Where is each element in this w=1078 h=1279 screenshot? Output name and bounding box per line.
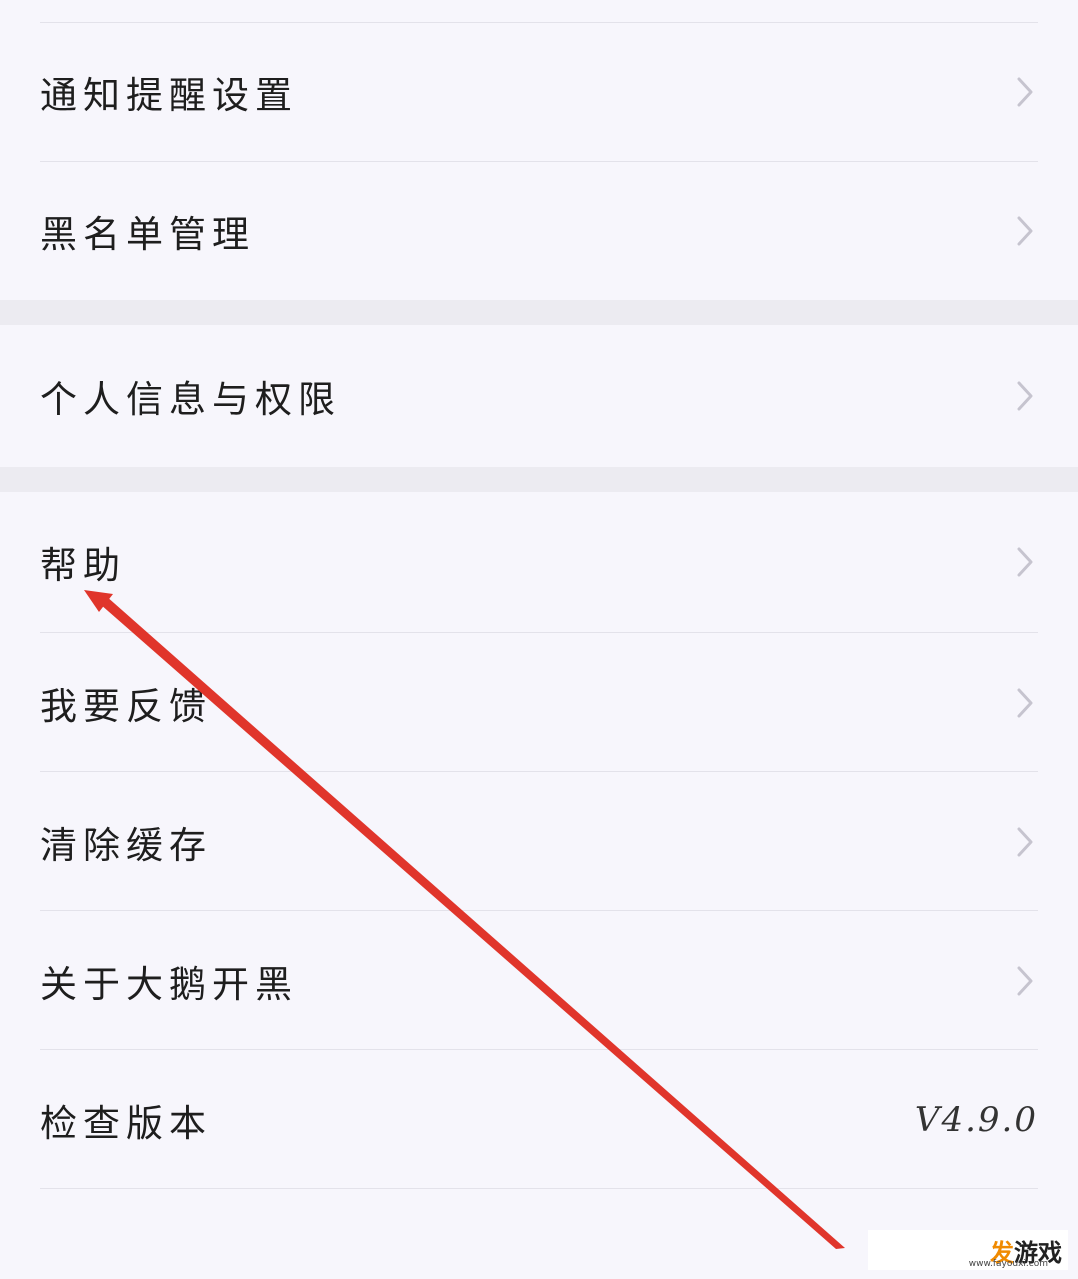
section-gap — [0, 300, 1078, 325]
settings-item-label: 关于大鹅开黑 — [40, 962, 298, 1006]
chevron-right-icon — [1012, 72, 1038, 112]
section-gap — [0, 467, 1078, 492]
settings-group-3: 帮助 我要反馈 清除缓存 关于大鹅开黑 检查版本 V4.9.0 — [0, 492, 1078, 1279]
settings-item-clear-cache[interactable]: 清除缓存 — [40, 772, 1038, 911]
settings-item-label: 帮助 — [40, 544, 126, 587]
watermark-logo: 发游戏 www.fayouxi.com — [868, 1230, 1068, 1270]
watermark-url: www.fayouxi.com — [968, 1259, 1048, 1269]
settings-item-label: 黑名单管理 — [40, 213, 255, 256]
settings-group-1: 通知提醒设置 黑名单管理 — [0, 0, 1078, 300]
settings-item-label: 通知提醒设置 — [40, 73, 298, 117]
settings-item-blacklist[interactable]: 黑名单管理 — [40, 162, 1038, 300]
settings-item-label: 我要反馈 — [40, 684, 212, 728]
settings-item-about[interactable]: 关于大鹅开黑 — [40, 911, 1038, 1050]
settings-item-help[interactable]: 帮助 — [40, 492, 1038, 632]
settings-item-label: 检查版本 — [40, 1101, 212, 1145]
version-value: V4.9.0 — [914, 1099, 1038, 1140]
settings-item-label: 个人信息与权限 — [40, 378, 341, 421]
chevron-right-icon — [1012, 542, 1038, 582]
settings-item-check-version[interactable]: 检查版本 V4.9.0 — [40, 1050, 1038, 1189]
chevron-right-icon — [1012, 683, 1038, 723]
chevron-right-icon — [1012, 211, 1038, 251]
chevron-right-icon — [1012, 376, 1038, 416]
chevron-right-icon — [1012, 961, 1038, 1001]
settings-group-2: 个人信息与权限 — [0, 325, 1078, 467]
settings-item-notifications[interactable]: 通知提醒设置 — [40, 22, 1038, 161]
divider — [40, 1188, 1038, 1189]
chevron-right-icon — [1012, 822, 1038, 862]
settings-item-feedback[interactable]: 我要反馈 — [40, 633, 1038, 772]
settings-item-privacy[interactable]: 个人信息与权限 — [40, 325, 1038, 467]
settings-item-label: 清除缓存 — [40, 823, 212, 867]
